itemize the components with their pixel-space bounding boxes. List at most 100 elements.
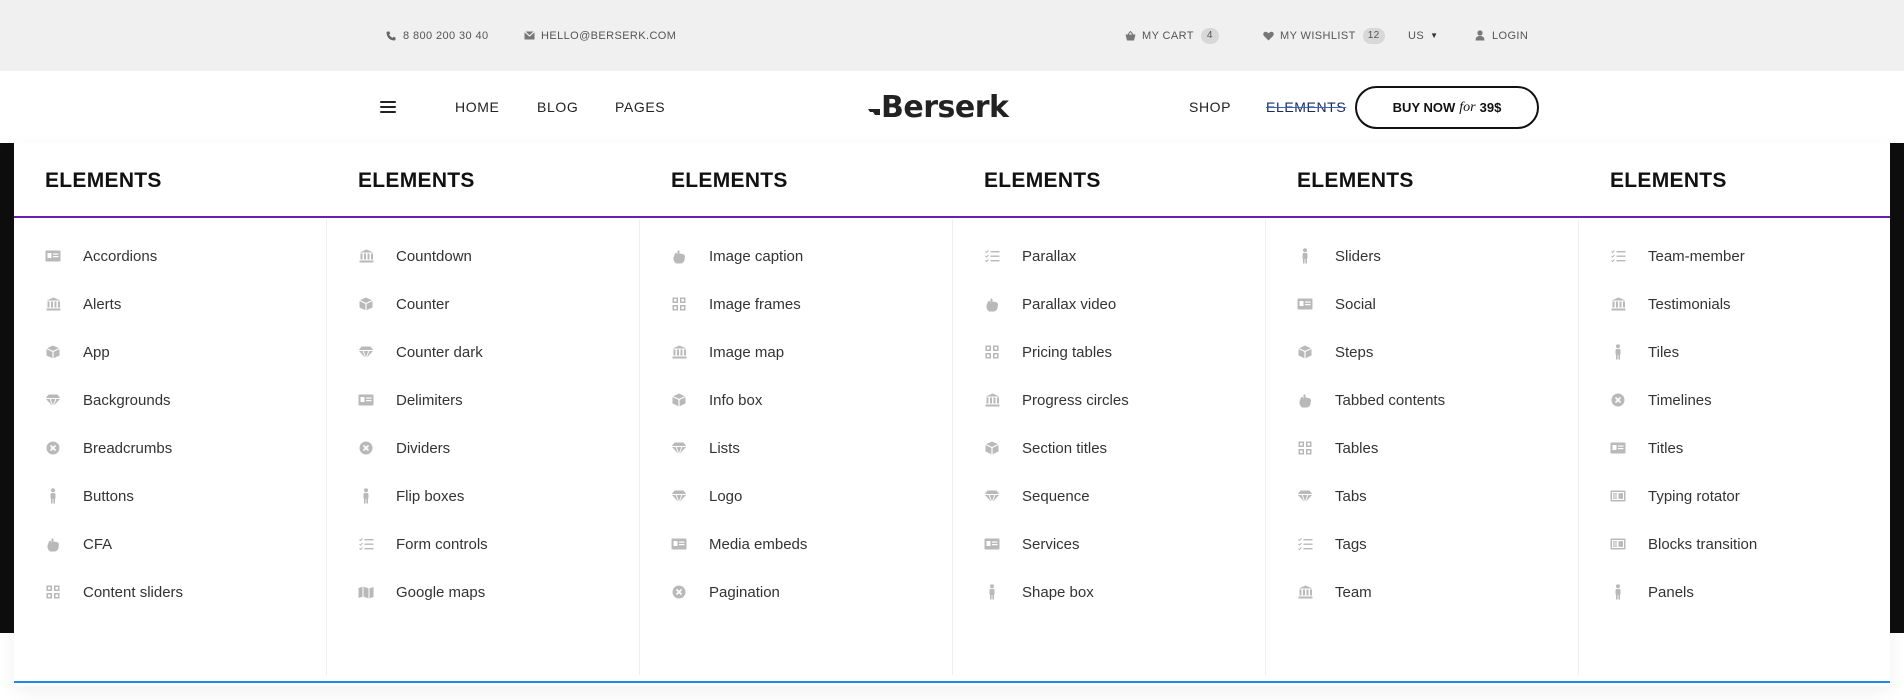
menu-link-label: Countdown — [396, 247, 472, 265]
login-link[interactable]: LOGIN — [1474, 0, 1528, 71]
menu-link[interactable]: Image caption — [671, 244, 803, 268]
menu-link[interactable]: Content sliders — [45, 580, 183, 604]
cart-link[interactable]: MY CART 4 — [1124, 0, 1219, 71]
menu-link[interactable]: Titles — [1610, 436, 1683, 460]
bank-icon — [45, 296, 61, 312]
grid-icon — [671, 296, 687, 312]
nav-elements[interactable]: ELEMENTS — [1266, 71, 1346, 143]
menu-link[interactable]: Social — [1297, 292, 1376, 316]
phone-contact[interactable]: 8 800 200 30 40 — [385, 0, 489, 71]
menu-link[interactable]: Tables — [1297, 436, 1378, 460]
menu-link[interactable]: Countdown — [358, 244, 472, 268]
menu-link[interactable]: Tags — [1297, 532, 1367, 556]
menu-link[interactable]: Section titles — [984, 436, 1107, 460]
hamburger-menu-icon[interactable] — [380, 101, 396, 113]
nav-shop[interactable]: SHOP — [1189, 71, 1231, 143]
menu-link[interactable]: Testimonials — [1610, 292, 1731, 316]
menu-link-label: Delimiters — [396, 391, 463, 409]
diamond-icon — [671, 440, 687, 456]
menu-link[interactable]: Counter — [358, 292, 449, 316]
menu-link[interactable]: Shape box — [984, 580, 1094, 604]
menu-link[interactable]: Media embeds — [671, 532, 807, 556]
person-icon — [358, 488, 374, 504]
menu-link-label: Testimonials — [1648, 295, 1731, 313]
menu-link[interactable]: Alerts — [45, 292, 121, 316]
menu-link-label: Tabs — [1335, 487, 1367, 505]
menu-column: Countdown Counter Counter dark Delimiters Di… — [327, 220, 640, 675]
column-title: ELEMENTS — [671, 169, 788, 192]
menu-link[interactable]: Counter dark — [358, 340, 483, 364]
menu-link-label: Services — [1022, 535, 1080, 553]
heart-icon — [1262, 30, 1274, 42]
menu-link[interactable]: Image map — [671, 340, 784, 364]
email-contact[interactable]: HELLO@BERSERK.COM — [523, 0, 676, 71]
menu-link[interactable]: Breadcrumbs — [45, 436, 172, 460]
menu-link[interactable]: Tiles — [1610, 340, 1679, 364]
menu-link[interactable]: Team — [1297, 580, 1372, 604]
diamond-icon — [671, 488, 687, 504]
menu-link[interactable]: Blocks transition — [1610, 532, 1757, 556]
menu-link[interactable]: Image frames — [671, 292, 801, 316]
menu-link[interactable]: Typing rotator — [1610, 484, 1740, 508]
list-icon — [1297, 536, 1313, 552]
cart-count-badge: 4 — [1200, 27, 1219, 44]
menu-link[interactable]: Tabbed contents — [1297, 388, 1445, 412]
menu-link[interactable]: Pagination — [671, 580, 780, 604]
menu-link[interactable]: Delimiters — [358, 388, 463, 412]
menu-link-label: Counter dark — [396, 343, 483, 361]
cart-label: MY CART — [1142, 29, 1194, 42]
menu-column: Accordions Alerts App Backgrounds Breadcrumb… — [14, 220, 327, 675]
menu-link[interactable]: Progress circles — [984, 388, 1129, 412]
list-icon — [358, 536, 374, 552]
menu-link[interactable]: App — [45, 340, 110, 364]
menu-link[interactable]: Parallax video — [984, 292, 1116, 316]
menu-link[interactable]: Accordions — [45, 244, 157, 268]
currency-selector[interactable]: US ▼ — [1408, 0, 1438, 71]
menu-link[interactable]: Tabs — [1297, 484, 1367, 508]
basket-icon — [1124, 30, 1136, 42]
menu-link[interactable]: Buttons — [45, 484, 134, 508]
site-logo[interactable]: Berserk — [868, 87, 1009, 127]
grid-icon — [45, 584, 61, 600]
main-header: HOME BLOG PAGES Berserk SHOP ELEMENTS BU… — [0, 71, 1904, 143]
menu-link[interactable]: Pricing tables — [984, 340, 1112, 364]
person-icon — [1610, 584, 1626, 600]
menu-link[interactable]: Timelines — [1610, 388, 1712, 412]
menu-link-label: Tabbed contents — [1335, 391, 1446, 409]
menu-link[interactable]: Steps — [1297, 340, 1373, 364]
menu-link-label: Progress circles — [1022, 391, 1129, 409]
menu-link[interactable]: Flip boxes — [358, 484, 464, 508]
menu-link[interactable]: Backgrounds — [45, 388, 171, 412]
menu-link[interactable]: Sliders — [1297, 244, 1381, 268]
menu-link[interactable]: Google maps — [358, 580, 485, 604]
menu-link[interactable]: Lists — [671, 436, 740, 460]
menu-link[interactable]: Form controls — [358, 532, 488, 556]
menu-link-label: Google maps — [396, 583, 486, 601]
bank-icon — [1610, 296, 1626, 312]
buy-now-button[interactable]: BUY NOW for 39$ — [1355, 86, 1539, 129]
menu-link-label: Dividers — [396, 439, 451, 457]
menu-link[interactable]: Services — [984, 532, 1080, 556]
nav-pages[interactable]: PAGES — [615, 71, 665, 143]
circle-x-icon — [45, 440, 61, 456]
bank-icon — [984, 392, 1000, 408]
menu-link[interactable]: Info box — [671, 388, 762, 412]
id-card-icon — [45, 248, 61, 264]
nav-home[interactable]: HOME — [455, 71, 499, 143]
menu-link[interactable]: Dividers — [358, 436, 450, 460]
menu-link[interactable]: Logo — [671, 484, 742, 508]
menu-link[interactable]: Panels — [1610, 580, 1694, 604]
menu-link[interactable]: Sequence — [984, 484, 1090, 508]
wishlist-link[interactable]: MY WISHLIST 12 — [1262, 0, 1385, 71]
column-title: ELEMENTS — [45, 169, 162, 192]
menu-link[interactable]: CFA — [45, 532, 112, 556]
menu-link-label: Media embeds — [709, 535, 808, 553]
bank-icon — [358, 248, 374, 264]
menu-link[interactable]: Team-member — [1610, 244, 1745, 268]
user-icon — [1474, 30, 1486, 42]
menu-column: Parallax Parallax video Pricing tables Prog… — [953, 220, 1266, 675]
circle-x-icon — [358, 440, 374, 456]
nav-blog[interactable]: BLOG — [537, 71, 578, 143]
menu-link[interactable]: Parallax — [984, 244, 1076, 268]
person-icon — [1610, 344, 1626, 360]
